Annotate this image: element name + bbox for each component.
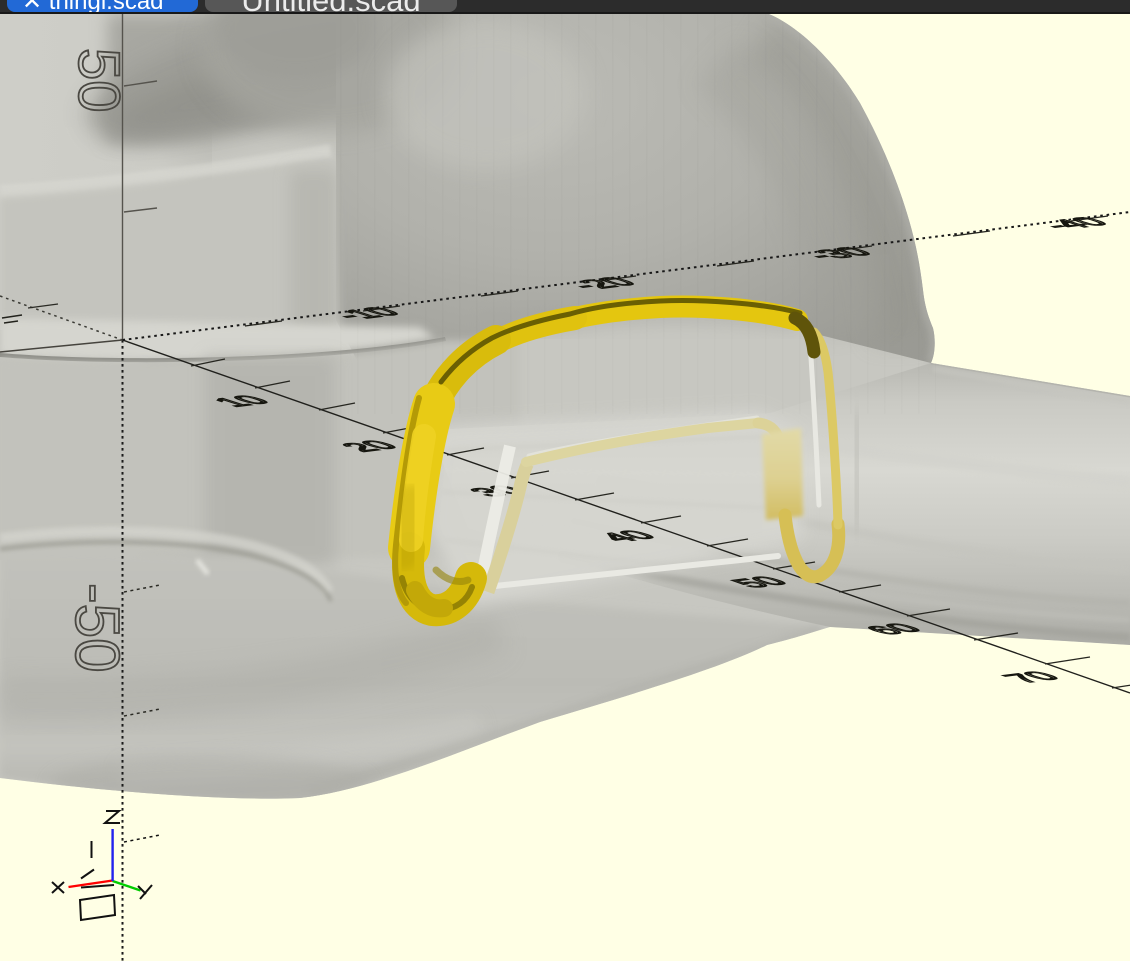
- svg-text:-50: -50: [62, 583, 131, 673]
- svg-text:50: 50: [66, 48, 131, 113]
